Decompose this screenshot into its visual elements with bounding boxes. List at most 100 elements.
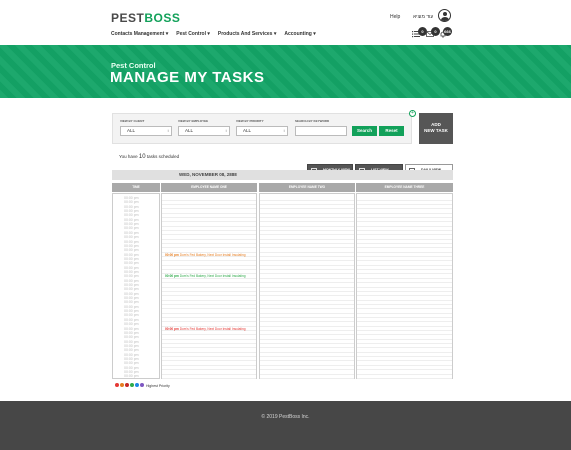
time-grid-line xyxy=(162,238,256,240)
time-grid-line xyxy=(260,282,354,284)
time-grid-line xyxy=(260,269,354,271)
pestboss-logo[interactable]: PESTBOSS xyxy=(111,11,180,25)
time-grid-line xyxy=(357,290,452,292)
keyword-search-label: SEARCH BY KEYWORD xyxy=(295,119,330,123)
main-nav: Contacts Management ▾ Pest Control ▾ Pro… xyxy=(111,31,316,37)
time-grid-line xyxy=(162,338,256,340)
reset-button[interactable]: Reset xyxy=(379,126,404,136)
time-grid-line xyxy=(260,260,354,262)
nav-accounting[interactable]: Accounting ▾ xyxy=(284,31,315,37)
top-header: PESTBOSS Contacts Management ▾ Pest Cont… xyxy=(0,0,571,45)
time-grid-line xyxy=(162,290,256,292)
employee-select[interactable]: ALL xyxy=(178,126,230,136)
nav-pest-control[interactable]: Pest Control ▾ xyxy=(176,31,210,37)
nav-products-and-services[interactable]: Products And Services ▾ xyxy=(218,31,276,37)
time-grid-line xyxy=(357,203,452,205)
time-grid-line xyxy=(162,321,256,323)
time-grid-line xyxy=(357,299,452,301)
time-grid-line xyxy=(162,247,256,249)
notification-count-badge: 666 xyxy=(443,27,452,36)
time-grid-line xyxy=(260,312,354,314)
expand-filters-icon[interactable]: + xyxy=(409,110,416,117)
time-grid-line xyxy=(357,256,452,258)
task-description: Dom’s Fed Bakery, Next Door Install Insu… xyxy=(179,326,246,331)
time-grid-line xyxy=(162,225,256,227)
time-grid-line xyxy=(260,369,354,371)
add-new-task-button[interactable]: ADD NEW TASK xyxy=(419,113,453,144)
time-grid-line xyxy=(357,221,452,223)
time-grid-line xyxy=(357,286,452,288)
time-grid-line xyxy=(260,356,354,358)
time-grid-line xyxy=(162,212,256,214)
time-grid-line xyxy=(162,269,256,271)
summary-prefix: You have xyxy=(119,154,138,159)
username[interactable]: עוד מוציא xyxy=(413,14,433,20)
time-grid-line xyxy=(162,286,256,288)
page-footer xyxy=(0,401,571,450)
time-grid-line xyxy=(260,377,354,379)
time-grid-line xyxy=(162,229,256,231)
time-grid-line xyxy=(357,212,452,214)
client-select[interactable]: ALL xyxy=(120,126,172,136)
time-grid-line xyxy=(260,290,354,292)
time-grid-line xyxy=(260,256,354,258)
time-grid-line xyxy=(357,330,452,331)
task-time: 00:00 pm xyxy=(165,252,180,257)
task-entry[interactable]: 00:00 pm Dom’s Fed Bakery, Next Door Ins… xyxy=(165,253,246,257)
time-grid-line xyxy=(357,377,452,379)
search-button[interactable]: Search xyxy=(352,126,377,136)
time-grid-line xyxy=(162,243,256,244)
time-grid-line xyxy=(260,238,354,240)
time-grid-line xyxy=(260,295,354,297)
user-avatar-icon[interactable] xyxy=(438,9,451,22)
copyright-text: © 2019 PestBoss Inc. xyxy=(261,414,310,420)
time-grid-line xyxy=(162,216,256,218)
time-grid-line xyxy=(357,264,452,266)
task-time: 00:00 pm xyxy=(165,274,180,279)
time-grid-line xyxy=(357,199,452,201)
time-grid-line xyxy=(260,364,354,366)
time-grid-line xyxy=(162,360,256,362)
time-grid-line xyxy=(162,221,256,223)
page-title: MANAGE MY TASKS xyxy=(110,69,265,86)
time-grid-line xyxy=(162,295,256,297)
time-grid-line xyxy=(162,234,256,236)
help-link[interactable]: Help xyxy=(390,14,400,20)
time-grid-line xyxy=(357,360,452,362)
time-grid-line xyxy=(357,373,452,375)
keyword-search-input[interactable] xyxy=(295,126,347,136)
time-grid-line xyxy=(162,347,256,349)
time-grid-line xyxy=(260,234,354,236)
time-grid-line xyxy=(260,321,354,323)
time-grid-line xyxy=(357,238,452,240)
task-entry[interactable]: 00:00 pm Dom’s Fed Bakery, Next Door Ins… xyxy=(165,327,246,331)
column-header-employee-one: EMPLOYEE NAME ONE xyxy=(161,183,257,192)
time-grid-line xyxy=(260,277,354,279)
time-grid-line xyxy=(357,321,452,323)
time-grid-line xyxy=(260,299,354,301)
time-grid-line xyxy=(162,377,256,379)
time-grid-line xyxy=(162,343,256,345)
time-grid-line xyxy=(357,273,452,275)
priority-color-dot xyxy=(135,383,139,387)
calendar-date-bar: WED, NOVEMBER 08, 2888 xyxy=(112,170,453,180)
time-grid-line xyxy=(357,364,452,366)
time-grid-line xyxy=(357,351,452,353)
time-grid-line xyxy=(260,347,354,349)
priority-select[interactable]: ALL xyxy=(236,126,288,136)
time-grid-line xyxy=(162,264,256,266)
time-grid-line xyxy=(357,229,452,231)
time-grid-line xyxy=(357,277,452,279)
task-entry[interactable]: 00:00 pm Dom’s Fed Bakery, Next Door Ins… xyxy=(165,274,246,278)
time-grid-line xyxy=(260,303,354,305)
time-grid-line xyxy=(260,334,354,336)
summary-count: 10 xyxy=(138,154,146,160)
time-grid-line xyxy=(162,334,256,336)
time-grid-line xyxy=(162,260,256,262)
time-grid-line xyxy=(357,356,452,358)
time-grid-line xyxy=(260,330,354,331)
time-slot-label: 00:00 pm xyxy=(124,374,139,379)
nav-contacts-management[interactable]: Contacts Management ▾ xyxy=(111,31,168,37)
time-grid-line xyxy=(357,316,452,318)
column-header-employee-two: EMPLOYEE NAME TWO xyxy=(259,183,355,192)
